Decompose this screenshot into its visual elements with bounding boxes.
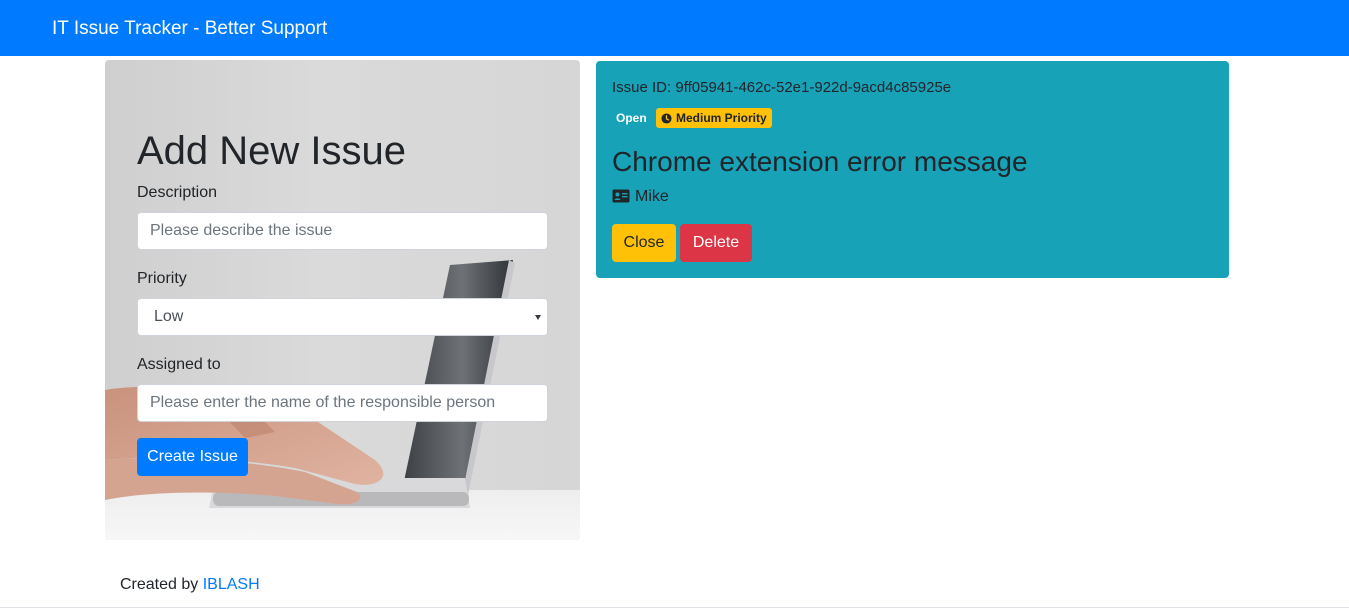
id-card-icon — [612, 189, 630, 203]
priority-label: Priority — [137, 270, 187, 287]
assigned-to-input[interactable] — [137, 384, 548, 422]
assignee-name: Mike — [635, 188, 669, 205]
add-issue-panel: Add New Issue Description Priority Low A… — [105, 60, 580, 540]
issue-id: Issue ID: 9ff05941-462c-52e1-922d-9acd4c… — [612, 79, 952, 96]
footer: Created by IBLASH — [120, 575, 260, 595]
assigned-to-label: Assigned to — [137, 356, 221, 373]
priority-badge: Medium Priority — [656, 108, 772, 128]
form-title: Add New Issue — [137, 129, 407, 173]
navbar: IT Issue Tracker - Better Support — [0, 0, 1349, 56]
issue-title: Chrome extension error message — [612, 146, 1028, 177]
create-issue-button[interactable]: Create Issue — [137, 438, 248, 476]
navbar-brand[interactable]: IT Issue Tracker - Better Support — [52, 17, 327, 41]
clock-icon — [661, 113, 672, 124]
delete-issue-button[interactable]: Delete — [680, 224, 752, 262]
close-issue-button[interactable]: Close — [612, 224, 676, 262]
priority-select-value: Low — [154, 308, 184, 325]
footer-divider — [0, 607, 1349, 608]
chevron-down-icon — [535, 315, 541, 320]
issue-card: Issue ID: 9ff05941-462c-52e1-922d-9acd4c… — [596, 61, 1229, 278]
priority-badge-label: Medium Priority — [676, 111, 767, 125]
author-link[interactable]: IBLASH — [203, 576, 260, 593]
description-label: Description — [137, 184, 218, 201]
priority-select[interactable]: Low — [137, 298, 548, 336]
footer-prefix: Created by — [120, 576, 203, 593]
description-input[interactable] — [137, 212, 548, 250]
assignee: Mike — [612, 187, 669, 207]
status-badge: Open — [616, 111, 647, 125]
